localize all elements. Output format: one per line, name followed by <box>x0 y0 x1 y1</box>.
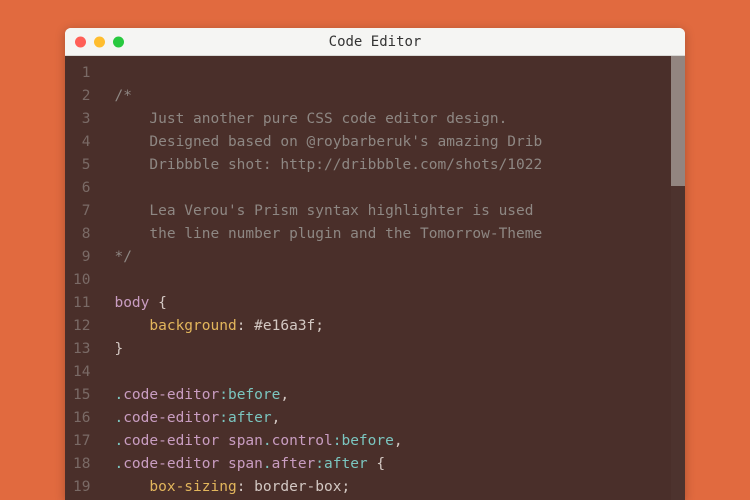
line-number: 1 <box>73 62 90 85</box>
code-line[interactable]: .code-editor span.after:after { <box>114 453 685 476</box>
code-line[interactable]: .code-editor span.control:before, <box>114 430 685 453</box>
code-line[interactable]: Designed based on @roybarberuk's amazing… <box>114 131 685 154</box>
token-class: code-editor <box>123 433 228 449</box>
token-comment: the line number plugin and the Tomorrow-… <box>114 226 542 242</box>
line-number: 12 <box>73 315 90 338</box>
token-dot: . <box>114 387 123 403</box>
token-comment: Designed based on @roybarberuk's amazing… <box>114 134 542 150</box>
code-line[interactable]: body { <box>114 292 685 315</box>
token-class: code-editor <box>123 387 219 403</box>
token-dot: . <box>114 433 123 449</box>
token-comment: /* <box>114 88 131 104</box>
token-pseudo: :after <box>315 456 367 472</box>
token-punct: , <box>394 433 403 449</box>
code-line[interactable] <box>114 177 685 200</box>
token-class: after <box>272 456 316 472</box>
code-line[interactable]: /* <box>114 85 685 108</box>
minimize-icon[interactable] <box>94 36 105 47</box>
code-line[interactable] <box>114 361 685 384</box>
token-value: #e16a3f <box>254 318 315 334</box>
token-class: code-editor <box>123 410 219 426</box>
line-number: 2 <box>73 85 90 108</box>
line-number: 15 <box>73 384 90 407</box>
code-content[interactable]: /* Just another pure CSS code editor des… <box>100 56 685 500</box>
code-line[interactable]: box-sizing: border-box; <box>114 476 685 499</box>
line-number-gutter: 12345678910111213141516171819 <box>65 56 100 500</box>
line-number: 3 <box>73 108 90 131</box>
token-class: code-editor <box>123 456 228 472</box>
token-class: control <box>272 433 333 449</box>
code-line[interactable]: the line number plugin and the Tomorrow-… <box>114 223 685 246</box>
code-line[interactable]: Just another pure CSS code editor design… <box>114 108 685 131</box>
code-line[interactable] <box>114 62 685 85</box>
token-pseudo: :before <box>333 433 394 449</box>
token-dot: . <box>263 456 272 472</box>
code-line[interactable]: */ <box>114 246 685 269</box>
line-number: 7 <box>73 200 90 223</box>
token-selector: span <box>228 433 263 449</box>
line-number: 6 <box>73 177 90 200</box>
titlebar: Code Editor <box>65 28 685 56</box>
token-property: box-sizing <box>149 479 236 495</box>
code-line[interactable]: Dribbble shot: http://dribbble.com/shots… <box>114 154 685 177</box>
vertical-scrollbar[interactable] <box>671 56 685 500</box>
token-punct: : <box>237 318 254 334</box>
token-punct: ; <box>341 479 350 495</box>
token-selector: body <box>114 295 158 311</box>
token-punct: , <box>280 387 289 403</box>
token-punct: ; <box>315 318 324 334</box>
line-number: 10 <box>73 269 90 292</box>
line-number: 19 <box>73 476 90 499</box>
line-number: 4 <box>73 131 90 154</box>
code-line[interactable]: } <box>114 338 685 361</box>
token-brace: { <box>158 295 167 311</box>
token-dot: . <box>114 456 123 472</box>
token-brace: } <box>114 341 123 357</box>
window-controls <box>75 36 124 47</box>
token-punct <box>114 318 149 334</box>
editor-area[interactable]: 12345678910111213141516171819 /* Just an… <box>65 56 685 500</box>
token-pseudo: :after <box>219 410 271 426</box>
token-comment: Dribbble shot: http://dribbble.com/shots… <box>114 157 542 173</box>
token-selector: span <box>228 456 263 472</box>
line-number: 16 <box>73 407 90 430</box>
scroll-thumb[interactable] <box>671 56 685 186</box>
close-icon[interactable] <box>75 36 86 47</box>
line-number: 14 <box>73 361 90 384</box>
token-property: background <box>149 318 236 334</box>
line-number: 9 <box>73 246 90 269</box>
editor-window: Code Editor 1234567891011121314151617181… <box>65 28 685 500</box>
window-title: Code Editor <box>329 34 422 50</box>
token-value: border-box <box>254 479 341 495</box>
zoom-icon[interactable] <box>113 36 124 47</box>
line-number: 17 <box>73 430 90 453</box>
line-number: 18 <box>73 453 90 476</box>
token-comment: Just another pure CSS code editor design… <box>114 111 507 127</box>
line-number: 5 <box>73 154 90 177</box>
token-pseudo: :before <box>219 387 280 403</box>
token-punct: : <box>237 479 254 495</box>
code-line[interactable]: .code-editor:after, <box>114 407 685 430</box>
code-line[interactable] <box>114 269 685 292</box>
code-line[interactable]: background: #e16a3f; <box>114 315 685 338</box>
code-line[interactable]: Lea Verou's Prism syntax highlighter is … <box>114 200 685 223</box>
code-line[interactable]: .code-editor:before, <box>114 384 685 407</box>
token-punct: , <box>272 410 281 426</box>
line-number: 8 <box>73 223 90 246</box>
line-number: 13 <box>73 338 90 361</box>
line-number: 11 <box>73 292 90 315</box>
token-punct <box>114 479 149 495</box>
token-brace: { <box>368 456 385 472</box>
token-comment: */ <box>114 249 131 265</box>
token-dot: . <box>263 433 272 449</box>
token-dot: . <box>114 410 123 426</box>
token-comment: Lea Verou's Prism syntax highlighter is … <box>114 203 533 219</box>
